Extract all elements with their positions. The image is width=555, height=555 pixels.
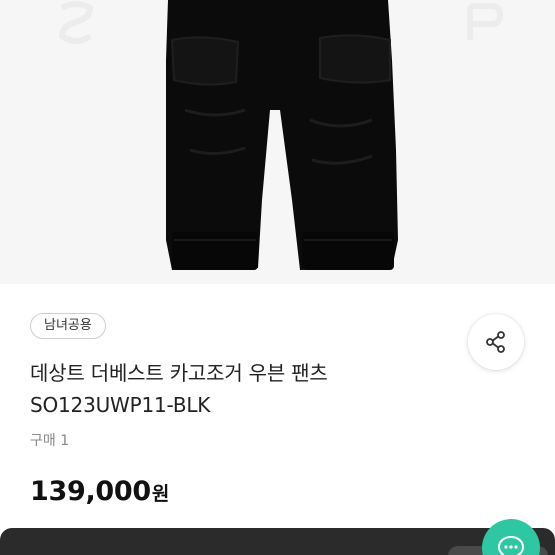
share-icon xyxy=(486,331,505,353)
share-button[interactable] xyxy=(468,314,524,370)
product-detail-page: 남녀공용 데상트 더베스트 카고조거 우븐 팬츠 SO123UWP11-BLK … xyxy=(0,0,555,555)
pants-photo xyxy=(0,0,555,284)
product-price: 139,000원 xyxy=(30,476,169,507)
chat-icon xyxy=(497,535,525,555)
price-value: 139,000 xyxy=(30,476,151,507)
product-title: 데상트 더베스트 카고조거 우븐 팬츠 SO123UWP11-BLK xyxy=(30,361,328,417)
chat-button[interactable] xyxy=(482,519,540,555)
price-unit: 원 xyxy=(151,483,170,505)
unisex-tag: 남녀공용 xyxy=(30,313,106,339)
purchase-count: 구매 1 xyxy=(30,433,70,449)
product-image[interactable] xyxy=(0,0,555,284)
